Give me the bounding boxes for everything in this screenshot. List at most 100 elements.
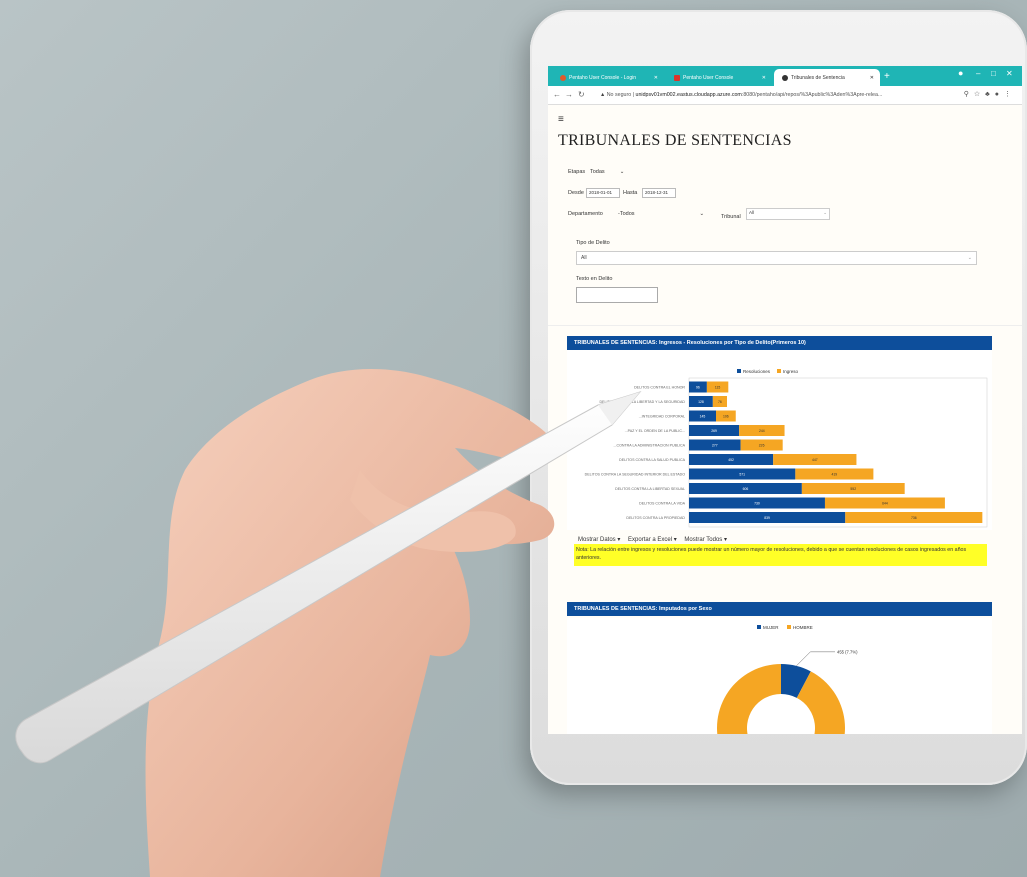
pentaho-tab-icon [560,74,566,81]
new-tab-button[interactable]: + [884,71,890,82]
chevron-down-icon: ⌄ [967,255,972,261]
forward-icon[interactable]: → [565,90,573,99]
bar-value-label: 736 [911,516,917,520]
maximize-button[interactable]: □ [991,69,996,78]
tablet-screen: Pentaho User Console - Login ✕ Pentaho U… [548,66,1022,734]
url-path: :8080/pentaho/api/repos/%3Apublic%3Aden%… [741,92,883,98]
tribunal-select[interactable]: All ⌄ [746,208,830,220]
bar-value-label: 96 [696,386,700,390]
bar-chart-svg: Resoluciones Ingreso DELITOS CONTRA EL HON… [585,369,988,528]
profile-icon[interactable]: ● [958,68,963,78]
tribunal-value: All [749,210,755,215]
category-label: DELITOS CONTRA LA SALUD PUBLICA [619,458,685,462]
minimize-button[interactable]: – [976,69,980,78]
menu-icon[interactable]: ⋮ [1004,91,1016,98]
tab-pentaho-console[interactable]: Pentaho User Console ✕ [666,69,772,86]
category-label: DELITOS CONTRA LA LIBERTAD Y LA SEGURIDA… [599,400,685,404]
zoom-icon[interactable]: ⚲ [964,91,974,98]
bar-value-label: 839 [764,516,770,520]
ingresos-chart: Resoluciones Ingreso DELITOS CONTRA EL HON… [567,350,992,530]
tab-label: Tribunales de Sentencia [791,74,845,81]
close-icon[interactable]: ✕ [870,75,874,81]
thumb-shape [350,470,516,552]
panel-title: TRIBUNALES DE SENTENCIAS: Imputados por … [574,606,712,612]
bar-value-label: 76 [718,400,722,404]
close-window-button[interactable]: ✕ [1006,69,1013,78]
tab-label: Pentaho User Console - Login [569,74,636,81]
category-label: DELITOS CONTRA LA PROPIEDAD [626,516,685,520]
panel-title: TRIBUNALES DE SENTENCIAS: Ingresos - Res… [574,340,806,346]
star-icon[interactable]: ☆ [974,91,985,98]
category-label: DELITOS CONTRA LA SEGURIDAD INTERIOR DEL… [585,473,686,477]
desde-label: Desde [568,190,584,196]
warning-icon: ▲ [600,92,606,98]
etapas-value: Todas [590,169,605,175]
hasta-label: Hasta [623,190,638,196]
address-bar: ← → ↻ ▲ No seguro | unidpsv01vm002.eastu… [548,86,1022,105]
bar-value-label: 419 [832,473,838,477]
tab-tribunales[interactable]: Tribunales de Sentencia ✕ [774,69,880,86]
chevron-down-icon: ⌄ [619,169,625,175]
legend-label: Resoluciones [743,369,771,374]
bar-value-label: 606 [743,487,749,491]
etapas-label: Etapas [568,169,586,175]
departamento-select[interactable]: -Todos ⌄ [618,211,704,217]
category-label: DELITOS CONTRA EL HONOR [634,386,685,390]
tipo-delito-label: Tipo de Delito [576,240,610,246]
legend-label: MUJER [763,625,779,630]
back-icon[interactable]: ← [553,90,561,99]
donut-chart-svg: MUJER HOMBRE 455 (7.7%) [717,625,858,734]
etapas-select[interactable]: Todas ⌄ [590,169,624,175]
hand-shape [145,368,555,877]
browser-tab-strip: Pentaho User Console - Login ✕ Pentaho U… [548,66,1022,86]
bar-value-label: 128 [698,400,704,404]
close-icon[interactable]: ✕ [762,75,766,81]
exportar-excel-menu[interactable]: Exportar a Excel ▾ [628,537,677,543]
texto-delito-label: Texto en Delito [576,276,613,282]
chevron-down-icon: ⌄ [699,211,705,217]
bar-value-label: 115 [715,386,721,390]
texto-delito-input[interactable] [576,287,658,303]
annotation-line [796,651,835,667]
legend-swatch [737,369,741,373]
close-icon[interactable]: ✕ [654,75,658,81]
bar-value-label: 226 [759,444,765,448]
tribunal-label: Tribunal [721,214,741,220]
desde-input[interactable]: 2018-01-01 [586,188,620,198]
bar-value-label: 447 [812,458,818,462]
url-field[interactable]: ▲ No seguro | unidpsv01vm002.eastus.clou… [600,92,882,98]
category-label: ...CONTRA LA ADMINISTRACION PUBLICA [614,444,686,448]
bar-value-label: 571 [739,473,745,477]
divider [548,325,1022,326]
mostrar-todos-menu[interactable]: Mostrar Todos ▾ [684,537,727,543]
reload-icon[interactable]: ↻ [578,90,585,99]
category-label: DELITOS CONTRA LA LIBERTAD SEXUAL [615,487,685,491]
url-host: unidpsv01vm002.eastus.cloudapp.azure.com [635,92,742,98]
security-label: No seguro [606,92,632,98]
annotation-label: 455 (7.7%) [837,649,858,654]
account-icon[interactable]: ● [995,91,1004,98]
panel-menus: Mostrar Datos ▾ Exportar a Excel ▾ Mostr… [578,536,733,543]
web-tab-icon [782,74,788,81]
bar-value-label: 552 [850,487,856,491]
hamburger-menu-icon[interactable]: ≡ [558,114,564,125]
category-label: ...PAZ Y EL ORDEN DE LA PUBLIC... [625,429,685,433]
tab-pentaho-login[interactable]: Pentaho User Console - Login ✕ [552,69,664,86]
panel-ingresos-header: TRIBUNALES DE SENTENCIAS: Ingresos - Res… [567,336,992,350]
category-label: DELITOS CONTRA LA VIDA [639,502,685,506]
mostrar-datos-menu[interactable]: Mostrar Datos ▾ [578,537,620,543]
tipo-delito-select[interactable]: All ⌄ [576,251,977,265]
chevron-down-icon: ⌄ [823,210,827,215]
bar-value-label: 730 [754,502,760,506]
legend-swatch [787,625,791,629]
sexo-chart: MUJER HOMBRE 455 (7.7%) [567,618,992,734]
bar-value-label: 244 [759,429,765,433]
bar-value-label: 644 [882,502,888,506]
pentaho-tab-icon [674,74,680,81]
departamento-label: Departamento [568,211,603,217]
hasta-input[interactable]: 2018-12-31 [642,188,676,198]
bar-value-label: 277 [712,444,718,448]
bar-value-label: 269 [711,429,717,433]
tab-label: Pentaho User Console [683,74,734,81]
extension-icon[interactable]: ♣ [985,91,995,98]
